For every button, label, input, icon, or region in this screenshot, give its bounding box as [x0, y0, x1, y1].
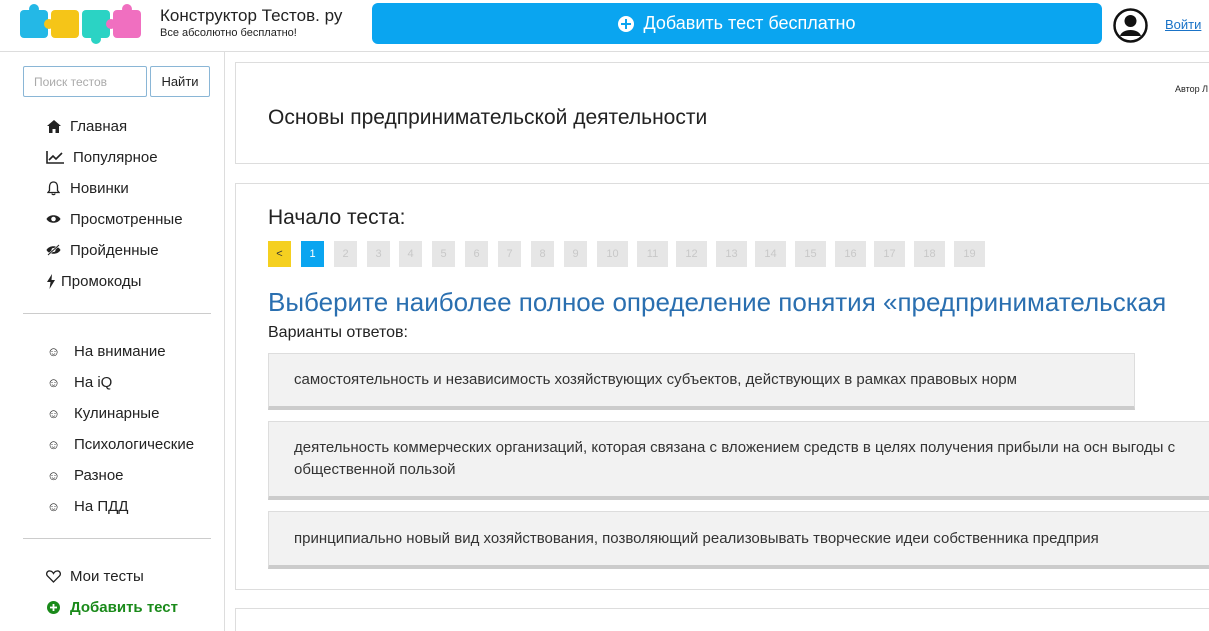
home-icon	[46, 119, 61, 134]
eye-icon	[46, 212, 61, 227]
sidebar-item-culinary[interactable]: ☺ Кулинарные	[46, 403, 160, 423]
pager-page[interactable]: 10	[597, 241, 628, 267]
sidebar-item-label: Пройденные	[70, 241, 159, 259]
pager-page[interactable]: 3	[367, 241, 390, 267]
pager-page[interactable]: 16	[835, 241, 866, 267]
pager-page[interactable]: 11	[637, 241, 668, 267]
smile-icon: ☺	[46, 498, 61, 514]
pager-page[interactable]: 5	[432, 241, 455, 267]
answer-option[interactable]: принципиально новый вид хозяйствования, …	[268, 511, 1209, 569]
smile-icon: ☺	[46, 467, 61, 483]
sidebar-item-label: На ПДД	[74, 497, 129, 515]
sidebar-divider	[23, 313, 211, 314]
pager-page[interactable]: 2	[334, 241, 357, 267]
sidebar-item-home[interactable]: Главная	[46, 116, 127, 136]
answer-text: самостоятельность и независимость хозяйс…	[294, 371, 1017, 388]
sidebar-item-label: На iQ	[74, 373, 113, 391]
pager-page[interactable]: 4	[399, 241, 422, 267]
pager-page-current[interactable]: 1	[301, 241, 324, 267]
sidebar-item-label: Популярное	[73, 148, 158, 166]
smile-icon: ☺	[46, 405, 61, 421]
chart-line-icon	[46, 150, 64, 165]
search-input[interactable]	[23, 66, 147, 97]
smile-icon: ☺	[46, 436, 61, 452]
login-link[interactable]: Войти	[1165, 17, 1201, 32]
site-title[interactable]: Конструктор Тестов. ру	[160, 6, 342, 26]
search-button[interactable]: Найти	[150, 66, 210, 97]
answer-option[interactable]: самостоятельность и независимость хозяйс…	[268, 353, 1135, 410]
heart-icon	[46, 569, 61, 584]
eye-slash-icon	[46, 243, 61, 258]
sidebar-item-promocodes[interactable]: Промокоды	[46, 271, 141, 291]
sidebar-item-label: Главная	[70, 117, 128, 135]
bolt-icon	[46, 273, 55, 289]
sidebar-item-completed[interactable]: Пройденные	[46, 240, 159, 260]
sidebar-item-label: На внимание	[74, 342, 166, 360]
test-title: Основы предпринимательской деятельности	[268, 106, 708, 129]
sidebar-item-label: Новинки	[70, 179, 129, 197]
sidebar-item-viewed[interactable]: Просмотренные	[46, 209, 183, 229]
pager-page[interactable]: 14	[755, 241, 786, 267]
sidebar-item-attention[interactable]: ☺ На внимание	[46, 341, 166, 361]
sidebar-item-label: Просмотренные	[70, 210, 183, 228]
pager-page[interactable]: 17	[874, 241, 905, 267]
add-test-button[interactable]: Добавить тест бесплатно	[372, 3, 1102, 44]
sidebar-item-label: Мои тесты	[70, 567, 144, 585]
pager-page[interactable]: 18	[914, 241, 945, 267]
question-text: Выберите наиболее полное определение пон…	[268, 287, 1167, 317]
start-label: Начало теста:	[268, 206, 406, 229]
header: Конструктор Тестов. ру Все абсолютно бес…	[0, 0, 1209, 52]
sidebar-item-misc[interactable]: ☺ Разное	[46, 465, 124, 485]
sidebar-item-psychological[interactable]: ☺ Психологические	[46, 434, 194, 454]
sidebar-item-label: Психологические	[74, 435, 195, 453]
answer-option[interactable]: деятельность коммерческих организаций, к…	[268, 421, 1209, 500]
answer-text: деятельность коммерческих организаций, к…	[294, 439, 1176, 478]
sidebar-item-label: Разное	[74, 466, 124, 484]
pager-page[interactable]: 7	[498, 241, 521, 267]
sidebar-item-traffic-rules[interactable]: ☺ На ПДД	[46, 496, 129, 516]
next-card	[235, 608, 1209, 631]
sidebar-item-my-tests[interactable]: Мои тесты	[46, 566, 144, 586]
smile-icon: ☺	[46, 374, 61, 390]
sidebar-item-popular[interactable]: Популярное	[46, 147, 158, 167]
pager-page[interactable]: 19	[954, 241, 985, 267]
sidebar-item-label: Добавить тест	[70, 598, 178, 616]
sidebar-item-label: Промокоды	[61, 272, 142, 290]
plus-circle-icon	[46, 600, 61, 615]
answer-text: принципиально новый вид хозяйствования, …	[294, 529, 1099, 547]
answers-label: Варианты ответов:	[268, 324, 408, 341]
sidebar-item-iq[interactable]: ☺ На iQ	[46, 372, 112, 392]
pager-page[interactable]: 6	[465, 241, 488, 267]
sidebar-item-add-test[interactable]: Добавить тест	[46, 597, 178, 617]
pager-page[interactable]: 15	[795, 241, 826, 267]
sidebar-item-label: Кулинарные	[74, 404, 160, 422]
sidebar-divider	[23, 538, 211, 539]
sidebar-item-new[interactable]: Новинки	[46, 178, 129, 198]
pager-page[interactable]: 8	[531, 241, 554, 267]
add-test-label: Добавить тест бесплатно	[643, 13, 856, 33]
smile-icon: ☺	[46, 343, 61, 359]
bell-icon	[46, 180, 61, 196]
user-avatar-icon[interactable]	[1113, 8, 1148, 43]
author-label: Автор Л	[1175, 84, 1209, 94]
pager-page[interactable]: 9	[564, 241, 587, 267]
pager-page[interactable]: 12	[676, 241, 707, 267]
puzzle-logo[interactable]	[18, 4, 146, 44]
pager-prev-button[interactable]: <	[268, 241, 291, 267]
pager-page[interactable]: 13	[716, 241, 747, 267]
plus-circle-icon	[618, 15, 635, 32]
site-subtitle: Все абсолютно бесплатно!	[160, 27, 297, 39]
